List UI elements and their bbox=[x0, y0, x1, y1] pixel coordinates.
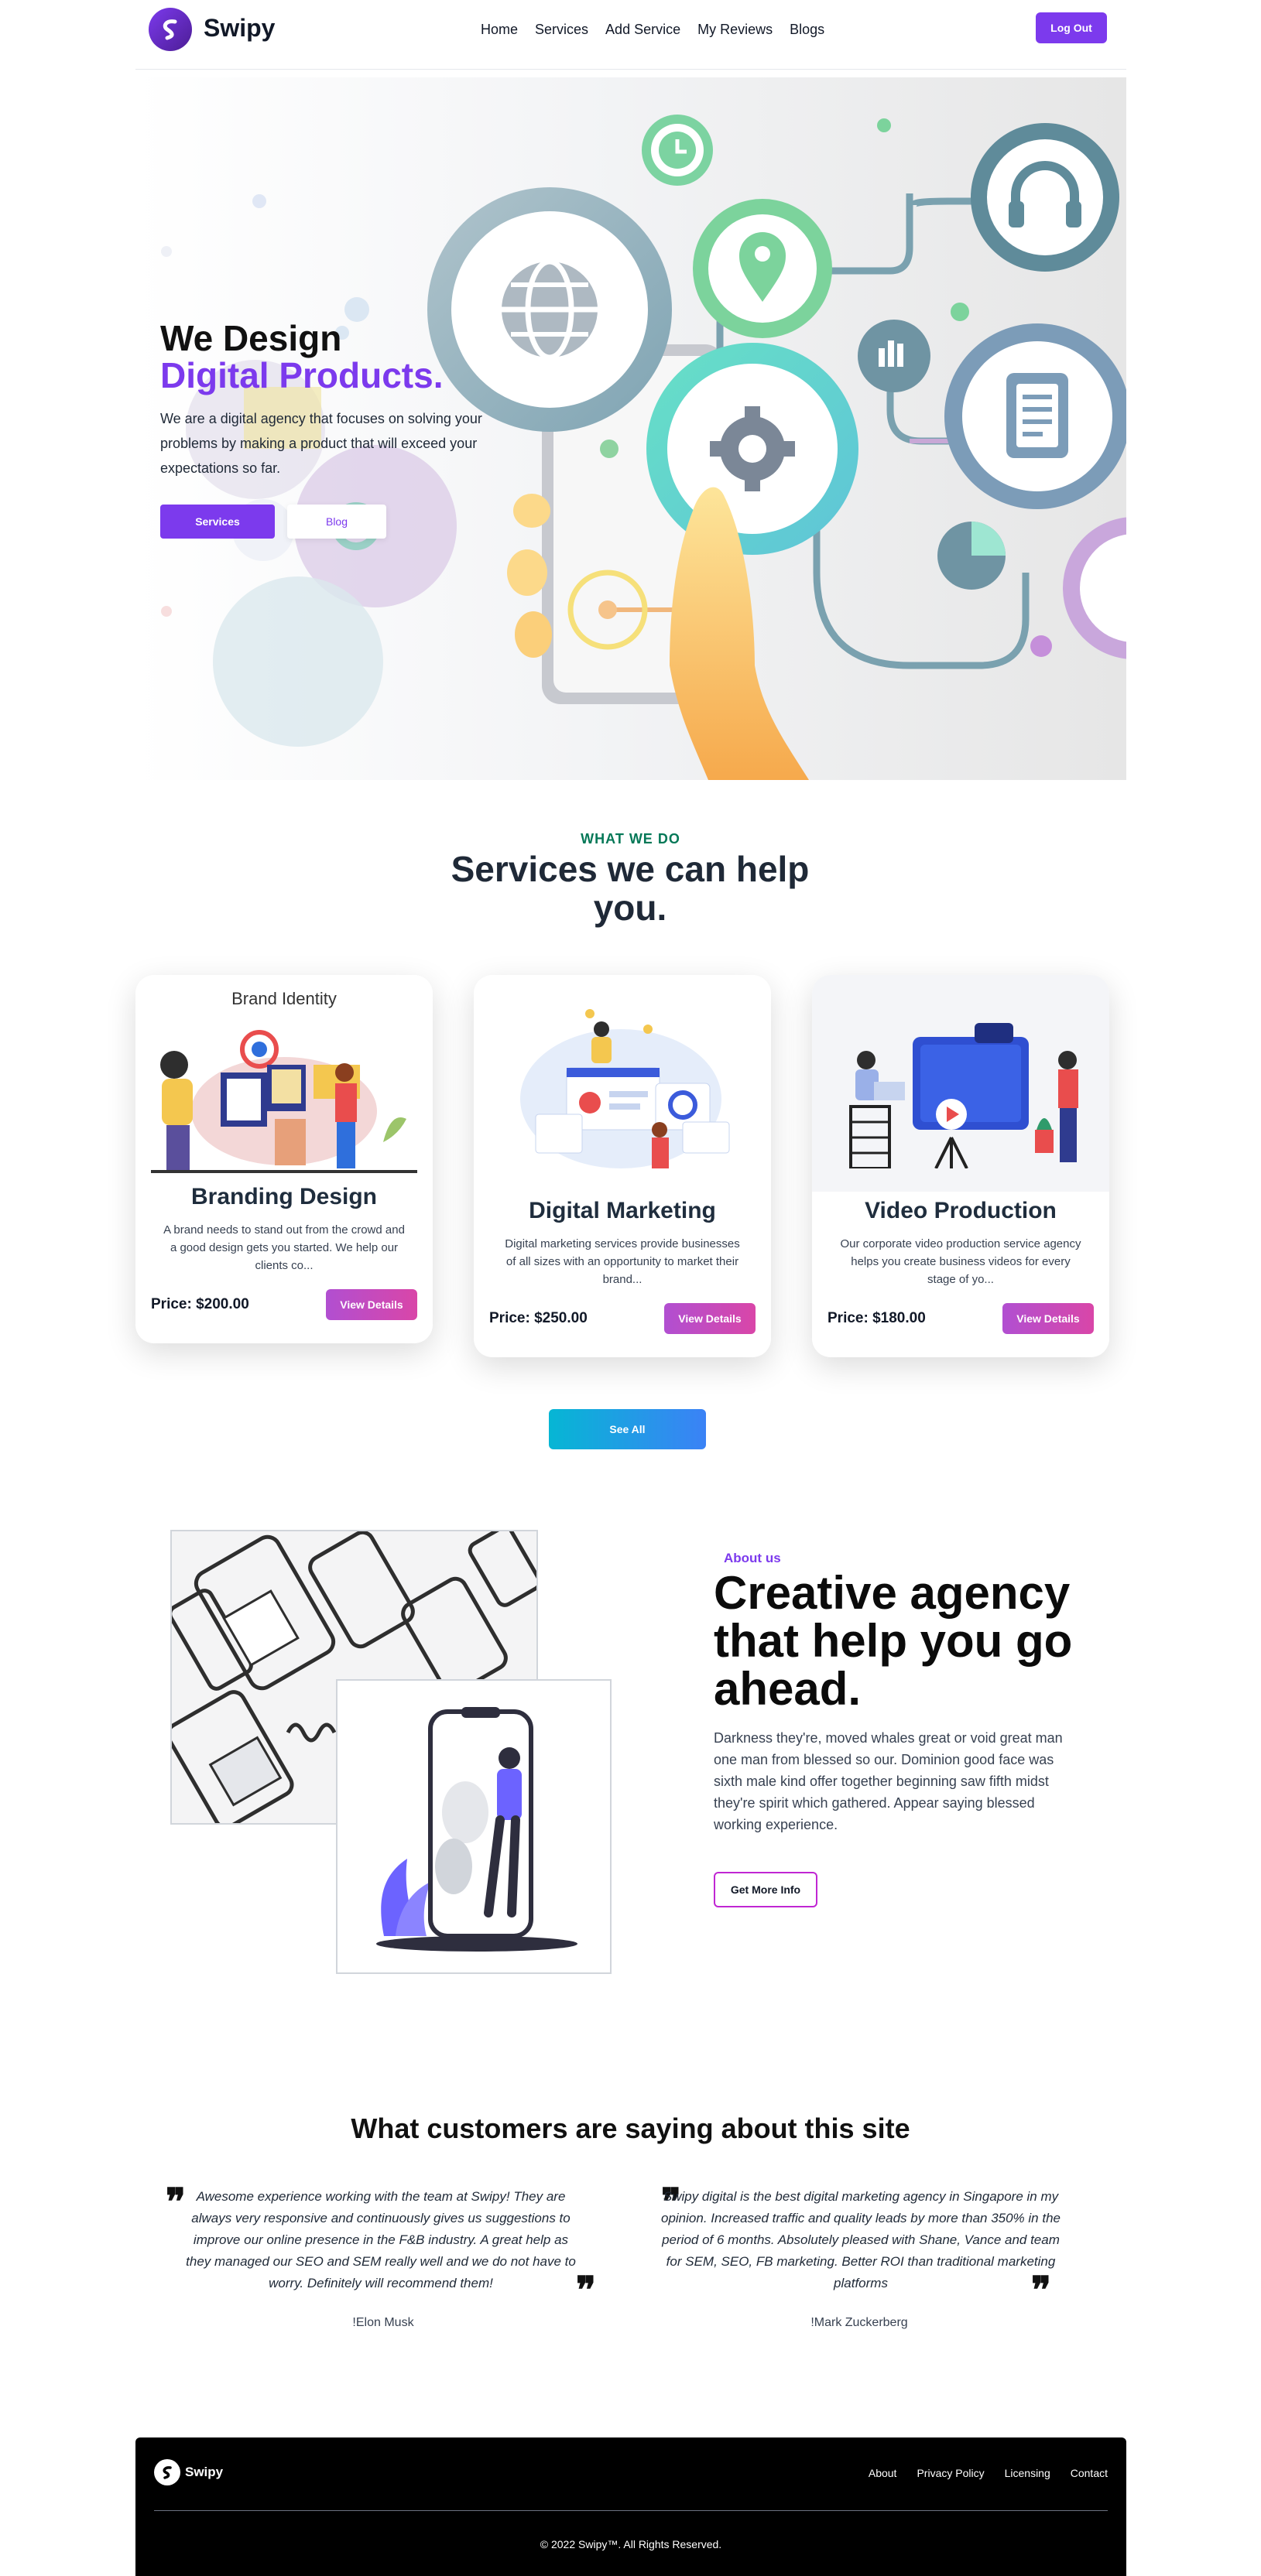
main-nav: Home Services Add Service My Reviews Blo… bbox=[481, 22, 841, 38]
footer-contact-link[interactable]: Contact bbox=[1071, 2467, 1108, 2479]
card-description: A brand needs to stand out from the crow… bbox=[163, 1223, 405, 1272]
nav-services-link[interactable]: Services bbox=[535, 22, 588, 38]
get-more-info-button[interactable]: Get More Info bbox=[714, 1872, 817, 1907]
card-price: Price: $200.00 bbox=[151, 1296, 249, 1312]
about-phone-illustration bbox=[336, 1679, 612, 1974]
services-title: Services we can help you. bbox=[451, 849, 810, 928]
brand-name[interactable]: Swipy bbox=[204, 14, 275, 43]
service-card: Video Production Our corporate video pro… bbox=[812, 975, 1109, 1357]
testimonial-author: !Elon Musk bbox=[352, 2316, 414, 2329]
brand-logo-icon[interactable] bbox=[149, 8, 192, 51]
about-description: Darkness they're, moved whales great or … bbox=[714, 1730, 1063, 1832]
footer-brand-name[interactable]: Swipy bbox=[185, 2465, 223, 2480]
site-footer: Swipy About Privacy Policy Licensing Con… bbox=[135, 2437, 1126, 2576]
hero-blog-button[interactable]: Blog bbox=[287, 505, 386, 539]
card-price: Price: $180.00 bbox=[828, 1310, 926, 1326]
testimonial-quote: Awesome experience working with the team… bbox=[186, 2189, 576, 2290]
hero-section: We Design Digital Products. We are a dig… bbox=[135, 77, 1126, 780]
service-card: Brand Identity Branding Design A brand n… bbox=[135, 975, 433, 1343]
nav-my-reviews-link[interactable]: My Reviews bbox=[697, 22, 773, 38]
nav-add-service-link[interactable]: Add Service bbox=[605, 22, 680, 38]
close-quote-icon: ❞ bbox=[576, 2269, 596, 2312]
card-title: Video Production bbox=[865, 1198, 1057, 1223]
card-description: Our corporate video production service a… bbox=[840, 1237, 1081, 1286]
testimonials-title: What customers are saying about this sit… bbox=[351, 2112, 910, 2144]
see-all-button[interactable]: See All bbox=[549, 1409, 706, 1449]
branding-illustration: Brand Identity bbox=[135, 975, 433, 1178]
footer-licensing-link[interactable]: Licensing bbox=[1005, 2467, 1050, 2479]
digital-marketing-illustration bbox=[474, 975, 771, 1192]
hero-title-line2: Digital Products. bbox=[160, 355, 444, 395]
logout-button[interactable]: Log Out bbox=[1036, 12, 1107, 43]
testimonial-quote: Swipy digital is the best digital market… bbox=[661, 2189, 1061, 2290]
about-eyebrow: About us bbox=[724, 1551, 781, 1565]
hero-services-button[interactable]: Services bbox=[160, 505, 275, 539]
card-title: Branding Design bbox=[190, 1184, 377, 1209]
card-title: Digital Marketing bbox=[529, 1198, 716, 1223]
services-eyebrow: WHAT WE DO bbox=[581, 831, 680, 847]
top-navbar: Swipy Home Services Add Service My Revie… bbox=[135, 0, 1126, 70]
testimonial-author: !Mark Zuckerberg bbox=[810, 2316, 908, 2329]
close-quote-icon: ❞ bbox=[1031, 2269, 1051, 2312]
view-details-button[interactable]: View Details bbox=[664, 1303, 756, 1334]
footer-nav: About Privacy Policy Licensing Contact bbox=[848, 2467, 1108, 2479]
service-card: Digital Marketing Digital marketing serv… bbox=[474, 975, 771, 1357]
card-image-label: Brand Identity bbox=[231, 989, 337, 1008]
card-description: Digital marketing services provide busin… bbox=[505, 1237, 740, 1286]
hero-title-line1: We Design bbox=[160, 318, 342, 358]
card-price: Price: $250.00 bbox=[489, 1310, 588, 1326]
video-production-illustration bbox=[812, 975, 1109, 1192]
footer-privacy-link[interactable]: Privacy Policy bbox=[917, 2467, 984, 2479]
footer-logo-icon[interactable] bbox=[154, 2459, 180, 2485]
footer-about-link[interactable]: About bbox=[869, 2467, 897, 2479]
footer-copyright: © 2022 Swipy™. All Rights Reserved. bbox=[540, 2538, 722, 2550]
footer-divider bbox=[154, 2510, 1108, 2511]
nav-blogs-link[interactable]: Blogs bbox=[790, 22, 824, 38]
view-details-button[interactable]: View Details bbox=[326, 1289, 417, 1320]
nav-home-link[interactable]: Home bbox=[481, 22, 518, 38]
about-title: Creative agency that help you go ahead. bbox=[714, 1567, 1073, 1715]
hero-description: We are a digital agency that focuses on … bbox=[160, 411, 482, 476]
view-details-button[interactable]: View Details bbox=[1002, 1303, 1094, 1334]
